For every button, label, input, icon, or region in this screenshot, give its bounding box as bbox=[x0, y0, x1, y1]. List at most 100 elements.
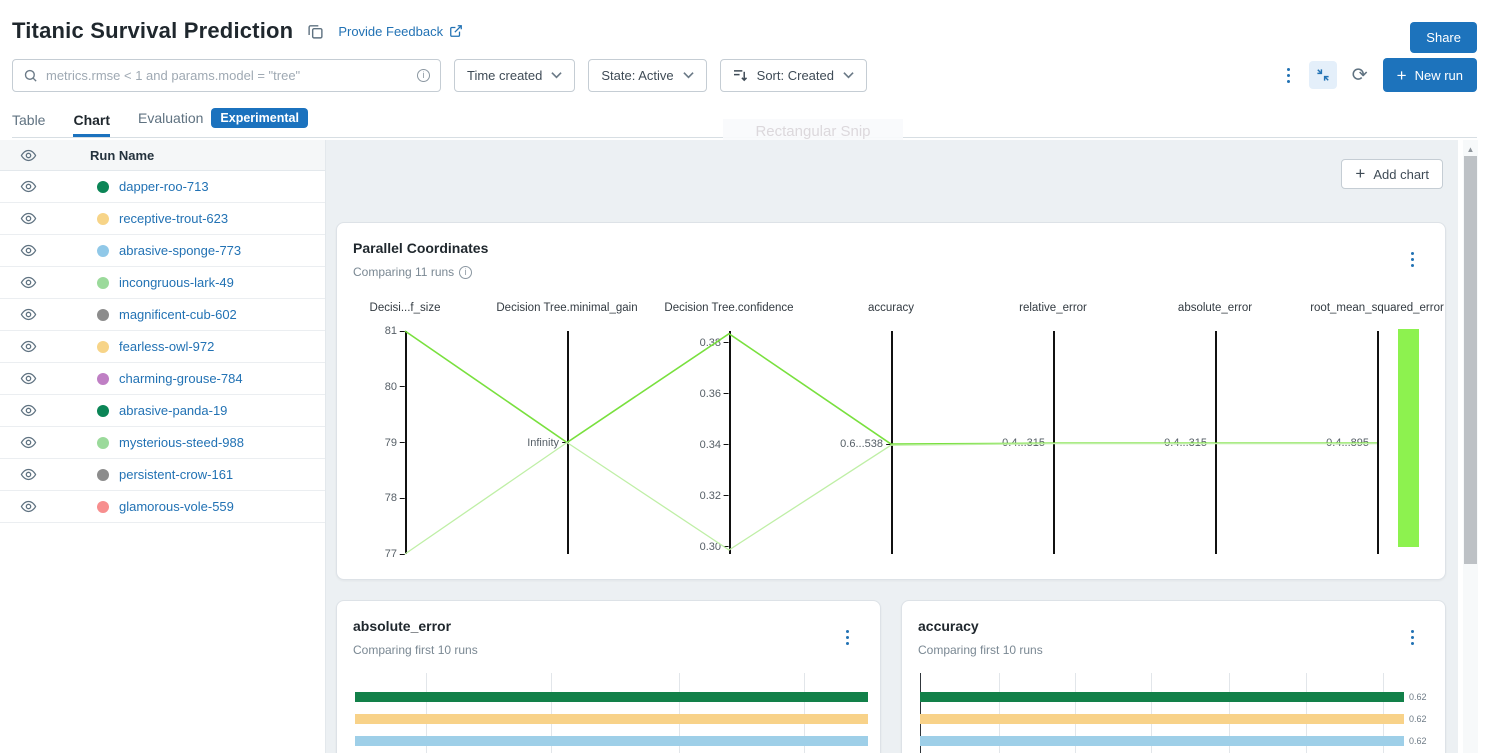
visibility-eye-icon[interactable] bbox=[0, 276, 56, 289]
run-line bbox=[405, 443, 1377, 555]
axis-tick-label: 80 bbox=[385, 381, 405, 393]
share-button[interactable]: Share bbox=[1410, 22, 1477, 53]
metric-bar-chart-card: absolute_error Comparing first 10 runs bbox=[336, 600, 881, 753]
runs-panel: Run Name dapper-roo-713 receptive-trout-6… bbox=[0, 140, 326, 753]
visibility-eye-icon[interactable] bbox=[0, 308, 56, 321]
add-chart-button[interactable]: + Add chart bbox=[1341, 159, 1443, 189]
chart-title: accuracy bbox=[902, 601, 1445, 634]
parallel-axis-label: root_mean_squared_error bbox=[1310, 302, 1444, 314]
axis-tick-label: 78 bbox=[385, 492, 405, 504]
chart-area: + Add chart Parallel Coordinates Compari… bbox=[326, 140, 1489, 753]
run-name-link[interactable]: persistent-crow-161 bbox=[119, 467, 233, 482]
scrollbar-thumb[interactable] bbox=[1464, 156, 1477, 564]
run-name-link[interactable]: magnificent-cub-602 bbox=[119, 307, 237, 322]
visibility-eye-icon[interactable] bbox=[0, 212, 56, 225]
vertical-scrollbar[interactable]: ▲ bbox=[1463, 140, 1478, 753]
overflow-menu-icon[interactable] bbox=[1283, 64, 1294, 87]
axis-tick-label: 77 bbox=[385, 548, 405, 560]
toggle-all-visibility-eye-icon[interactable] bbox=[0, 149, 56, 162]
plus-icon: + bbox=[1397, 67, 1407, 84]
experimental-badge: Experimental bbox=[211, 108, 308, 128]
filter-state-dropdown[interactable]: State: Active bbox=[588, 59, 706, 92]
filter-time-created-dropdown[interactable]: Time created bbox=[454, 59, 575, 92]
external-link-icon bbox=[449, 24, 463, 38]
chevron-down-icon bbox=[843, 71, 854, 79]
chevron-down-icon bbox=[683, 71, 694, 79]
parallel-axis-label: relative_error bbox=[1019, 302, 1087, 314]
parallel-coordinates-plot[interactable]: Decisi...f_size8180797877Decision Tree.m… bbox=[405, 331, 1377, 554]
visibility-eye-icon[interactable] bbox=[0, 468, 56, 481]
bar-plot[interactable]: 0.620.620.62 bbox=[920, 673, 1404, 753]
run-row: receptive-trout-623 bbox=[0, 203, 325, 235]
visibility-eye-icon[interactable] bbox=[0, 244, 56, 257]
copy-icon[interactable] bbox=[307, 23, 324, 40]
run-row: persistent-crow-161 bbox=[0, 459, 325, 491]
visibility-eye-icon[interactable] bbox=[0, 180, 56, 193]
provide-feedback-label: Provide Feedback bbox=[338, 24, 443, 39]
run-row: abrasive-sponge-773 bbox=[0, 235, 325, 267]
axis-tick-label: 81 bbox=[385, 325, 405, 337]
metric-bar[interactable] bbox=[920, 692, 1404, 702]
collapse-view-button[interactable] bbox=[1309, 61, 1337, 89]
run-name-link[interactable]: incongruous-lark-49 bbox=[119, 275, 234, 290]
view-tabs: Table Chart Evaluation Experimental bbox=[12, 105, 1477, 138]
tab-evaluation[interactable]: Evaluation Experimental bbox=[138, 108, 308, 137]
run-color-dot bbox=[97, 309, 109, 321]
run-color-dot bbox=[97, 213, 109, 225]
search-info-icon[interactable]: i bbox=[417, 69, 430, 82]
run-name-link[interactable]: charming-grouse-784 bbox=[119, 371, 243, 386]
run-color-dot bbox=[97, 181, 109, 193]
app-header: Titanic Survival Prediction Provide Feed… bbox=[0, 0, 1489, 140]
visibility-eye-icon[interactable] bbox=[0, 340, 56, 353]
scroll-up-icon[interactable]: ▲ bbox=[1463, 140, 1478, 154]
parallel-coordinates-subtitle: Comparing 11 runs bbox=[353, 265, 454, 279]
parallel-axis-label: Decision Tree.confidence bbox=[664, 302, 793, 314]
run-name-link[interactable]: abrasive-panda-19 bbox=[119, 403, 227, 418]
tab-table[interactable]: Table bbox=[12, 112, 45, 137]
chart-menu-icon[interactable] bbox=[842, 626, 853, 649]
metric-bar[interactable] bbox=[920, 714, 1404, 724]
search-box[interactable]: i bbox=[12, 59, 441, 92]
chart-subtitle: Comparing first 10 runs bbox=[353, 643, 478, 657]
visibility-eye-icon[interactable] bbox=[0, 404, 56, 417]
metric-bar[interactable] bbox=[355, 736, 868, 746]
chart-title: absolute_error bbox=[337, 601, 880, 634]
run-name-column-header: Run Name bbox=[56, 148, 154, 163]
run-row: mysterious-steed-988 bbox=[0, 427, 325, 459]
chart-menu-icon[interactable] bbox=[1407, 626, 1418, 649]
info-icon[interactable]: i bbox=[459, 266, 472, 279]
new-run-button[interactable]: + New run bbox=[1383, 58, 1477, 92]
axis-tick-label: 79 bbox=[385, 437, 405, 449]
metric-bar[interactable] bbox=[355, 692, 868, 702]
run-name-link[interactable]: abrasive-sponge-773 bbox=[119, 243, 241, 258]
bar-plot[interactable] bbox=[355, 673, 868, 753]
provide-feedback-link[interactable]: Provide Feedback bbox=[338, 24, 463, 39]
chevron-down-icon bbox=[551, 71, 562, 79]
metric-bar-chart-card: accuracyComparing first 10 runs0.620.620… bbox=[901, 600, 1446, 753]
metric-bar[interactable] bbox=[355, 714, 868, 724]
tab-chart[interactable]: Chart bbox=[73, 112, 110, 137]
run-row: abrasive-panda-19 bbox=[0, 395, 325, 427]
visibility-eye-icon[interactable] bbox=[0, 372, 56, 385]
parallel-axis-label: Decisi...f_size bbox=[370, 302, 441, 314]
run-color-dot bbox=[97, 405, 109, 417]
run-name-link[interactable]: glamorous-vole-559 bbox=[119, 499, 234, 514]
visibility-eye-icon[interactable] bbox=[0, 500, 56, 513]
bar-value-label: 0.62 bbox=[1409, 714, 1427, 724]
filter-time-created-label: Time created bbox=[467, 68, 542, 83]
run-row: incongruous-lark-49 bbox=[0, 267, 325, 299]
metric-bar[interactable] bbox=[920, 736, 1404, 746]
run-name-link[interactable]: dapper-roo-713 bbox=[119, 179, 209, 194]
visibility-eye-icon[interactable] bbox=[0, 436, 56, 449]
search-input[interactable] bbox=[46, 68, 409, 83]
refresh-icon[interactable]: ⟳ bbox=[1352, 66, 1368, 85]
chart-menu-icon[interactable] bbox=[1407, 248, 1418, 271]
run-name-link[interactable]: mysterious-steed-988 bbox=[119, 435, 244, 450]
bar-value-label: 0.62 bbox=[1409, 692, 1427, 702]
plus-icon: + bbox=[1355, 164, 1365, 184]
parallel-axis[interactable] bbox=[1377, 331, 1379, 554]
run-name-link[interactable]: fearless-owl-972 bbox=[119, 339, 214, 354]
run-line bbox=[405, 331, 1377, 444]
run-name-link[interactable]: receptive-trout-623 bbox=[119, 211, 228, 226]
sort-dropdown[interactable]: Sort: Created bbox=[720, 59, 867, 92]
